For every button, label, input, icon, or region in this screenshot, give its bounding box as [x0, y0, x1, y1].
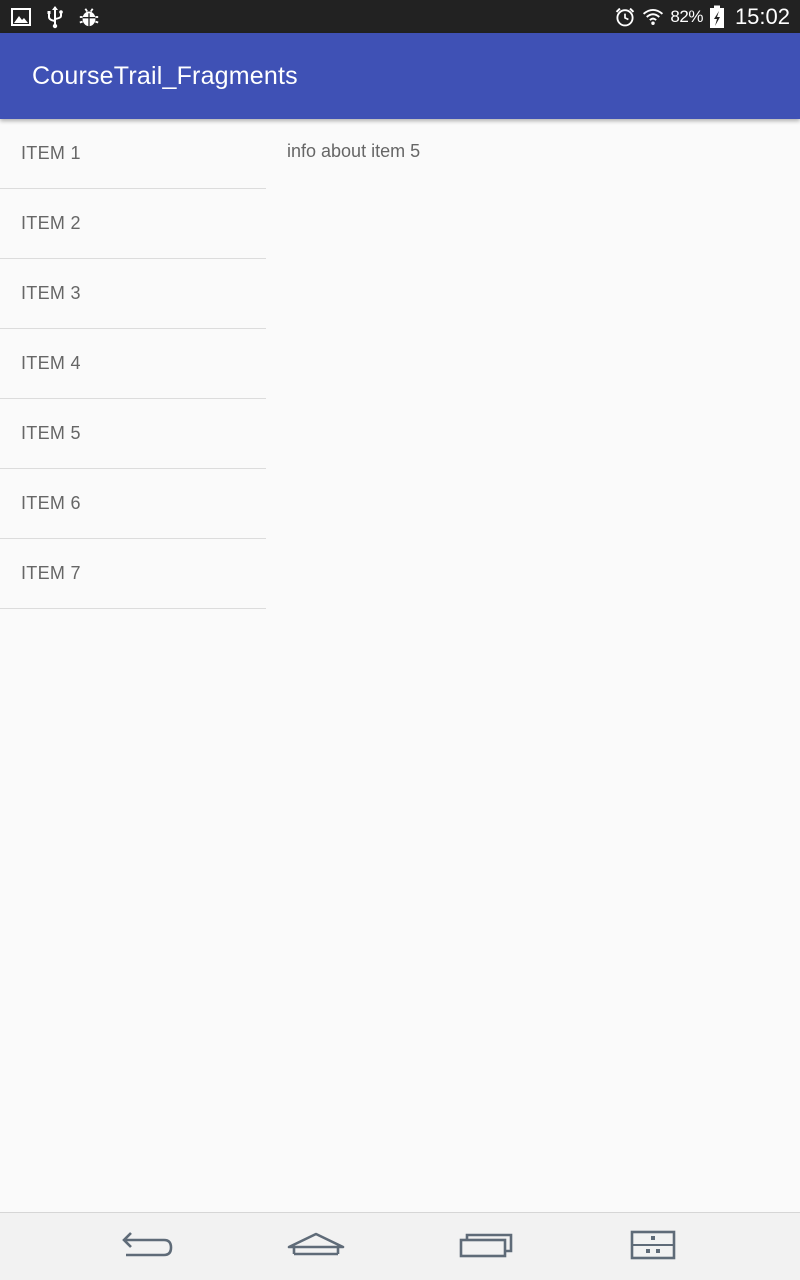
- list-item-label: ITEM 7: [21, 563, 81, 583]
- battery-percent: 82%: [670, 6, 703, 26]
- list-item-7[interactable]: ITEM 7: [0, 539, 266, 609]
- home-button[interactable]: [281, 1227, 351, 1267]
- image-icon: [10, 6, 32, 28]
- list-item-label: ITEM 4: [21, 353, 81, 373]
- detail-pane: info about item 5: [287, 141, 420, 162]
- status-left: [10, 5, 100, 28]
- navigation-bar: [0, 1212, 800, 1280]
- status-right: 82% 15:02: [614, 4, 790, 30]
- status-time: 15:02: [734, 3, 790, 29]
- back-button[interactable]: [112, 1227, 182, 1267]
- list-item-4[interactable]: ITEM 4: [0, 329, 266, 399]
- list-item-5[interactable]: ITEM 5: [0, 399, 266, 469]
- list-item-label: ITEM 5: [21, 423, 81, 443]
- item-list: ITEM 1 ITEM 2 ITEM 3 ITEM 4 ITEM 5 ITEM …: [0, 119, 266, 609]
- battery-charging-icon: [709, 5, 725, 28]
- usb-icon: [44, 5, 66, 28]
- list-item-1[interactable]: ITEM 1: [0, 119, 266, 189]
- list-item-label: ITEM 6: [21, 493, 81, 513]
- list-item-2[interactable]: ITEM 2: [0, 189, 266, 259]
- back-icon: [120, 1230, 174, 1265]
- list-item-label: ITEM 2: [21, 213, 81, 233]
- keyboard-icon: [629, 1229, 677, 1266]
- alarm-icon: [614, 6, 636, 28]
- list-item-label: ITEM 3: [21, 283, 81, 303]
- app-bar: CourseTrail_Fragments: [0, 33, 800, 119]
- keyboard-button[interactable]: [618, 1227, 688, 1267]
- recent-apps-icon: [458, 1230, 514, 1265]
- list-item-6[interactable]: ITEM 6: [0, 469, 266, 539]
- home-icon: [286, 1230, 346, 1265]
- app-title: CourseTrail_Fragments: [32, 61, 298, 90]
- recent-apps-button[interactable]: [451, 1227, 521, 1267]
- list-item-label: ITEM 1: [21, 143, 81, 163]
- status-bar: 82% 15:02: [0, 0, 800, 33]
- wifi-icon: [642, 6, 664, 28]
- detail-text: info about item 5: [287, 141, 421, 161]
- list-item-3[interactable]: ITEM 3: [0, 259, 266, 329]
- debug-bug-icon: [78, 6, 100, 28]
